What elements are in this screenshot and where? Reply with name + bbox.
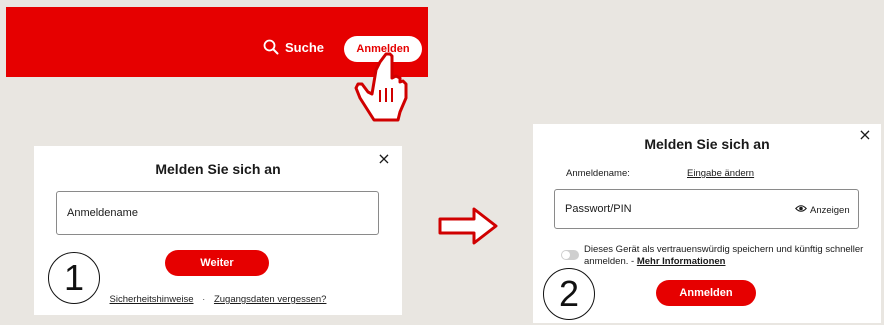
trust-device-toggle[interactable]	[561, 250, 579, 260]
close-icon[interactable]: ×	[376, 151, 392, 167]
step-number-2: 2	[543, 268, 595, 320]
forgot-credentials-link[interactable]: Zugangsdaten vergessen?	[214, 294, 327, 305]
step-number-1: 1	[48, 252, 100, 304]
search-icon	[263, 39, 279, 55]
search-label: Suche	[285, 39, 325, 55]
arrow-right-icon	[438, 207, 498, 245]
hand-cursor-icon	[354, 52, 408, 122]
username-label: Anmeldename:	[566, 168, 630, 179]
change-input-link[interactable]: Eingabe ändern	[687, 168, 754, 179]
security-notes-link[interactable]: Sicherheitshinweise	[110, 294, 194, 305]
continue-button[interactable]: Weiter	[165, 250, 269, 276]
search-link[interactable]: Suche	[263, 37, 324, 57]
dialog-title: Melden Sie sich an	[644, 136, 770, 152]
eye-icon	[795, 204, 807, 216]
login-dialog-step1: Melden Sie sich an × Weiter Sicherheitsh…	[34, 146, 402, 315]
show-password-label: Anzeigen	[810, 204, 850, 216]
login-dialog-step2: Melden Sie sich an × Anmeldename: Eingab…	[533, 124, 881, 323]
toggle-knob	[562, 251, 570, 259]
close-icon[interactable]: ×	[857, 127, 873, 143]
show-password-toggle[interactable]: Anzeigen	[795, 204, 850, 216]
dialog-title: Melden Sie sich an	[155, 161, 281, 177]
link-separator: ·	[202, 294, 206, 305]
username-input[interactable]	[56, 191, 379, 235]
login-button[interactable]: Anmelden	[656, 280, 756, 306]
trust-device-text: Dieses Gerät als vertrauenswürdig speich…	[584, 244, 874, 268]
more-info-link[interactable]: Mehr Informationen	[637, 256, 726, 267]
